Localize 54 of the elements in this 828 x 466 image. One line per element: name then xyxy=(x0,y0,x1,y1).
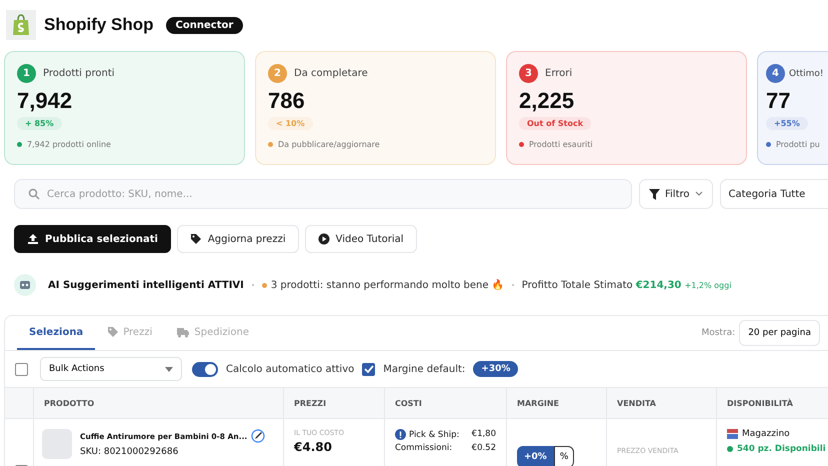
column-header: PRODOTTO xyxy=(34,388,284,418)
column-header: DISPONIBILITÀ xyxy=(716,388,828,418)
category-select[interactable]: Categoria Tutte xyxy=(720,179,828,209)
column-header: PREZZI xyxy=(284,388,384,418)
connector-badge: Connector xyxy=(166,16,244,34)
margin-label: Margine default: xyxy=(383,364,466,374)
card-label: Prodotti pronti xyxy=(43,68,115,79)
percent-button[interactable]: % xyxy=(554,446,574,466)
card-label: Da completare xyxy=(294,68,368,79)
action-button[interactable]: Video Tutorial xyxy=(304,225,417,253)
step-number: 2 xyxy=(268,64,287,83)
cost-item-value: €0.52 xyxy=(472,443,496,453)
cost-item-label: Commissioni: xyxy=(395,443,452,453)
trend-label: Out of Stock xyxy=(519,117,592,130)
insight-text: 3 prodotti: stanno performando molto bene 🔥 xyxy=(270,279,504,291)
profit-text: Profitto Totale Stimato €214,30 +1,2% oggi xyxy=(522,280,732,290)
page-size-select[interactable]: 20 per pagina xyxy=(739,320,820,346)
trend-label: < 10% xyxy=(268,117,313,130)
card-value: 7,942 xyxy=(17,88,72,114)
margin-value-button[interactable]: +0% xyxy=(517,446,554,466)
warehouse-label: Magazzino xyxy=(742,429,790,439)
card-value: 786 xyxy=(268,88,305,114)
filter-button[interactable]: Filtro xyxy=(639,179,713,209)
cost-item-label: Pick & Ship: xyxy=(409,430,460,440)
card-note: Prodotti pu xyxy=(776,140,820,149)
cost-value: €4.80 xyxy=(294,440,333,454)
card-note: 7,942 prodotti online xyxy=(27,140,111,149)
column-header: MARGINE xyxy=(506,388,606,418)
action-button[interactable]: Aggiorna prezzi xyxy=(176,225,299,253)
step-number: 3 xyxy=(519,64,538,83)
card-label: Ottimo! xyxy=(789,68,824,78)
margin-badge: +30% xyxy=(473,361,518,377)
trend-label: +55% xyxy=(766,117,808,130)
column-header: VENDITA xyxy=(606,388,716,418)
step-number: 4 xyxy=(766,64,785,83)
page-size-label: Mostra: xyxy=(701,328,736,338)
card-value: 77 xyxy=(766,88,790,114)
step-number: 1 xyxy=(17,64,36,83)
ai-title: AI Suggerimenti intelligenti ATTIVI xyxy=(48,280,244,290)
column-header: COSTI xyxy=(384,388,506,418)
action-button[interactable]: Pubblica selezionati xyxy=(14,225,171,253)
product-sku: SKU: 8021000292686 xyxy=(80,447,180,457)
card-value: 2,225 xyxy=(519,88,574,114)
card-note: Prodotti esauriti xyxy=(529,140,593,149)
card-note: Da pubblicare/aggiornare xyxy=(278,140,380,149)
stock-text: 540 pz. Disponibili xyxy=(737,444,826,454)
cost-item-value: €1,80 xyxy=(472,429,496,440)
tab[interactable]: Seleziona xyxy=(17,316,96,350)
trend-label: + 85% xyxy=(17,117,62,130)
toggle-label: Calcolo automatico attivo xyxy=(226,364,354,374)
bulk-actions-select[interactable]: Bulk Actions xyxy=(40,357,182,381)
app-title: Shopify Shop xyxy=(44,15,154,35)
search-field[interactable]: Cerca prodotto: SKU, nome... xyxy=(14,179,632,209)
card-label: Errori xyxy=(545,68,572,79)
